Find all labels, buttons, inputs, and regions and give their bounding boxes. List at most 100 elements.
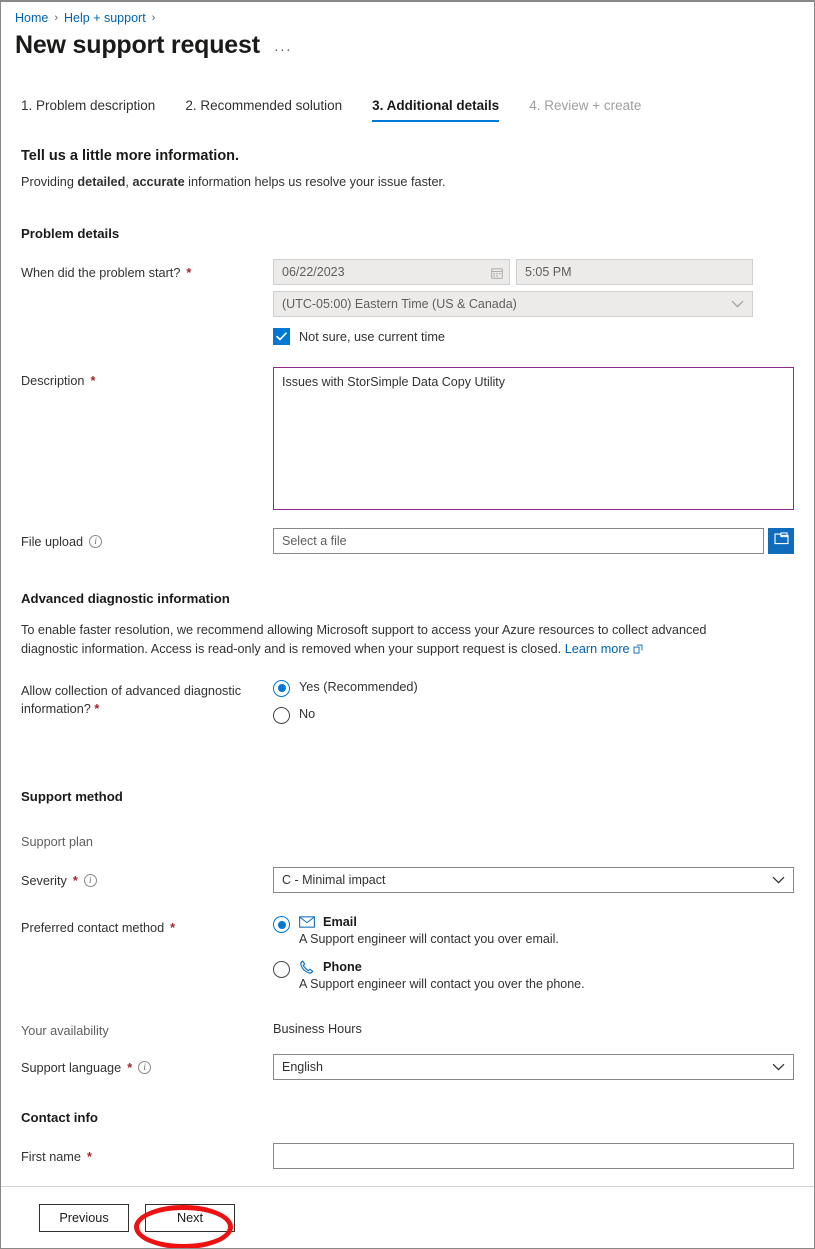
row-when-did-problem-start: When did the problem start? * 06/22/2023 … bbox=[21, 259, 794, 345]
info-icon-severity[interactable]: i bbox=[83, 874, 97, 887]
browse-file-button[interactable] bbox=[768, 528, 794, 554]
contact-phone-label: Phone bbox=[323, 960, 362, 974]
page-scroll-area[interactable]: Home › Help + support › New support requ… bbox=[1, 2, 814, 1188]
contact-option-phone-body: Phone A Support engineer will contact yo… bbox=[299, 960, 585, 991]
field-file-upload: Select a file bbox=[273, 528, 794, 554]
next-button[interactable]: Next bbox=[145, 1203, 235, 1232]
previous-button[interactable]: Previous bbox=[39, 1203, 129, 1232]
file-placeholder: Select a file bbox=[282, 534, 347, 548]
label-your-availability: Your availability bbox=[21, 1017, 273, 1040]
severity-select[interactable]: C - Minimal impact bbox=[273, 867, 794, 893]
label-contact-method-text: Preferred contact method bbox=[21, 921, 165, 935]
field-severity: C - Minimal impact bbox=[273, 867, 794, 893]
azure-portal-window: Home › Help + support › New support requ… bbox=[0, 0, 815, 1249]
radio-label-yes: Yes (Recommended) bbox=[299, 679, 418, 694]
breadcrumb-item-home[interactable]: Home bbox=[15, 11, 48, 25]
envelope-icon bbox=[299, 916, 315, 928]
section-heading-problem-details: Problem details bbox=[21, 226, 120, 241]
section-heading-advanced-diagnostic: Advanced diagnostic information bbox=[21, 591, 230, 606]
required-asterisk-contact-method: * bbox=[170, 921, 176, 935]
label-when-did-problem-start: When did the problem start? * bbox=[21, 259, 273, 282]
label-support-plan-text: Support plan bbox=[21, 834, 93, 849]
severity-value: C - Minimal impact bbox=[282, 873, 386, 887]
tab-recommended-solution[interactable]: 2. Recommended solution bbox=[185, 98, 342, 122]
wizard-tabs: 1. Problem description 2. Recommended so… bbox=[1, 60, 814, 122]
tab-additional-details[interactable]: 3. Additional details bbox=[372, 98, 500, 122]
calendar-icon bbox=[491, 266, 503, 279]
field-description: Issues with StorSimple Data Copy Utility bbox=[273, 367, 794, 510]
phone-icon bbox=[299, 960, 315, 974]
info-icon-support-language[interactable]: i bbox=[138, 1061, 152, 1075]
file-path-input[interactable]: Select a file bbox=[273, 528, 764, 554]
timezone-value: (UTC-05:00) Eastern Time (US & Canada) bbox=[282, 297, 517, 311]
label-description-text: Description bbox=[21, 374, 85, 388]
lead-sub-prefix: Providing bbox=[21, 175, 78, 189]
chevron-down-icon bbox=[731, 297, 744, 311]
more-menu-icon[interactable]: ··· bbox=[274, 34, 292, 57]
not-sure-label: Not sure, use current time bbox=[299, 329, 445, 344]
label-preferred-contact-method: Preferred contact method * bbox=[21, 914, 273, 937]
radio-circle-icon-yes bbox=[273, 679, 290, 697]
datetime-inputs: 06/22/2023 5:05 PM bbox=[273, 259, 794, 285]
availability-value: Business Hours bbox=[273, 1022, 362, 1036]
file-input-wrapper: Select a file bbox=[273, 528, 764, 554]
required-asterisk-language: * bbox=[127, 1061, 133, 1076]
row-first-name: First name * bbox=[21, 1143, 794, 1170]
form-content: Tell us a little more information. Provi… bbox=[1, 148, 814, 1170]
breadcrumb-separator-icon-2: › bbox=[151, 12, 156, 24]
tab-problem-description[interactable]: 1. Problem description bbox=[21, 98, 155, 122]
required-asterisk-first-name: * bbox=[86, 1150, 92, 1165]
label-severity: Severity * i bbox=[21, 867, 273, 890]
not-sure-use-current-time-checkbox[interactable]: Not sure, use current time bbox=[273, 328, 794, 345]
allow-label-line2: information? bbox=[21, 702, 91, 716]
radio-dot bbox=[277, 684, 286, 693]
label-first-name-text: First name bbox=[21, 1150, 81, 1165]
required-asterisk-description: * bbox=[90, 374, 96, 388]
support-plan-value bbox=[273, 828, 794, 833]
radio-circle-icon-no bbox=[273, 706, 290, 724]
field-first-name bbox=[273, 1143, 794, 1170]
label-support-language-text: Support language bbox=[21, 1061, 122, 1076]
radio-diagnostic-yes[interactable]: Yes (Recommended) bbox=[273, 679, 794, 697]
label-severity-text: Severity bbox=[21, 874, 67, 888]
first-name-input[interactable] bbox=[273, 1143, 794, 1170]
external-link-icon bbox=[633, 641, 643, 654]
contact-option-email[interactable]: Email A Support engineer will contact yo… bbox=[273, 915, 794, 946]
section-heading-contact-info: Contact info bbox=[21, 1110, 98, 1126]
contact-email-label: Email bbox=[323, 915, 357, 929]
label-file-upload-text: File upload bbox=[21, 535, 84, 549]
time-input: 5:05 PM bbox=[516, 259, 753, 285]
info-icon-file-upload[interactable]: i bbox=[89, 535, 103, 548]
contact-phone-description: A Support engineer will contact you over… bbox=[299, 977, 585, 991]
label-availability-text: Your availability bbox=[21, 1024, 109, 1038]
lead-sub-suffix: information helps us resolve your issue … bbox=[184, 175, 446, 189]
date-input: 06/22/2023 bbox=[273, 259, 510, 285]
radio-circle-icon-email bbox=[273, 916, 290, 933]
row-severity: Severity * i C - Minimal impact bbox=[21, 867, 794, 893]
support-language-select[interactable]: English bbox=[273, 1054, 794, 1081]
breadcrumb: Home › Help + support › bbox=[1, 2, 814, 25]
lead-sub-bold-detailed: detailed bbox=[77, 175, 126, 189]
radio-dot-email bbox=[277, 920, 286, 929]
description-textarea[interactable]: Issues with StorSimple Data Copy Utility bbox=[273, 367, 794, 510]
learn-more-link[interactable]: Learn more bbox=[565, 642, 630, 656]
required-asterisk-when: * bbox=[186, 266, 192, 280]
contact-option-phone[interactable]: Phone A Support engineer will contact yo… bbox=[273, 960, 794, 991]
row-preferred-contact-method: Preferred contact method * Email A Suppo… bbox=[21, 914, 794, 991]
radio-label-no: No bbox=[299, 706, 316, 721]
field-when-did-problem-start: 06/22/2023 5:05 PM (UTC-05:00) Eastern T… bbox=[273, 259, 794, 345]
breadcrumb-separator-icon: › bbox=[54, 12, 59, 24]
contact-email-head: Email bbox=[299, 915, 559, 929]
field-allow-diagnostic-collection: Yes (Recommended) No bbox=[273, 677, 794, 724]
lead-subtext: Providing detailed, accurate information… bbox=[21, 175, 794, 189]
label-allow-diagnostic-collection: Allow collection of advanced diagnostic … bbox=[21, 677, 273, 719]
radio-diagnostic-no[interactable]: No bbox=[273, 706, 794, 724]
row-allow-diagnostic-collection: Allow collection of advanced diagnostic … bbox=[21, 677, 794, 724]
timezone-select-wrapper: (UTC-05:00) Eastern Time (US & Canada) bbox=[273, 291, 753, 317]
contact-email-description: A Support engineer will contact you over… bbox=[299, 932, 559, 946]
contact-option-email-body: Email A Support engineer will contact yo… bbox=[299, 915, 559, 946]
breadcrumb-item-help-support[interactable]: Help + support bbox=[64, 11, 146, 25]
row-support-language: Support language * i English bbox=[21, 1054, 794, 1081]
label-support-plan: Support plan bbox=[21, 828, 273, 851]
